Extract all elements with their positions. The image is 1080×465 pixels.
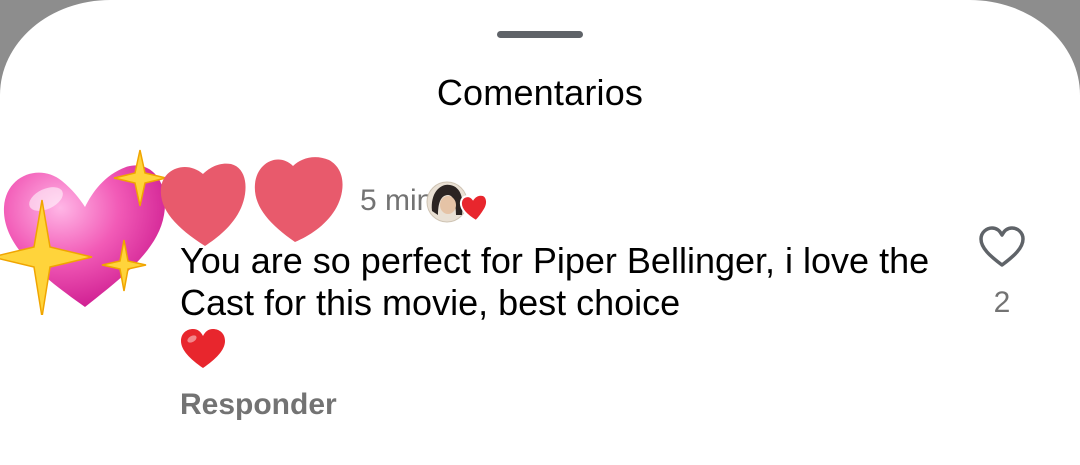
- like-heart-icon[interactable]: [978, 225, 1026, 269]
- comments-sheet: Comentarios _l 5 min: [0, 0, 1080, 465]
- creator-liked-avatar-icon: [426, 181, 489, 223]
- comment-text: You are so perfect for Piper Bellinger, …: [180, 240, 930, 323]
- red-heart-icon: [180, 328, 226, 370]
- sparkling-heart-avatar-icon[interactable]: [0, 145, 170, 315]
- reply-button[interactable]: Responder: [180, 388, 337, 422]
- like-count: 2: [993, 286, 1011, 319]
- pink-hearts-sticker-icon: [155, 150, 350, 250]
- comment-time: 5 min: [360, 184, 434, 217]
- sheet-title: Comentarios: [436, 72, 644, 113]
- drag-handle[interactable]: [497, 31, 583, 38]
